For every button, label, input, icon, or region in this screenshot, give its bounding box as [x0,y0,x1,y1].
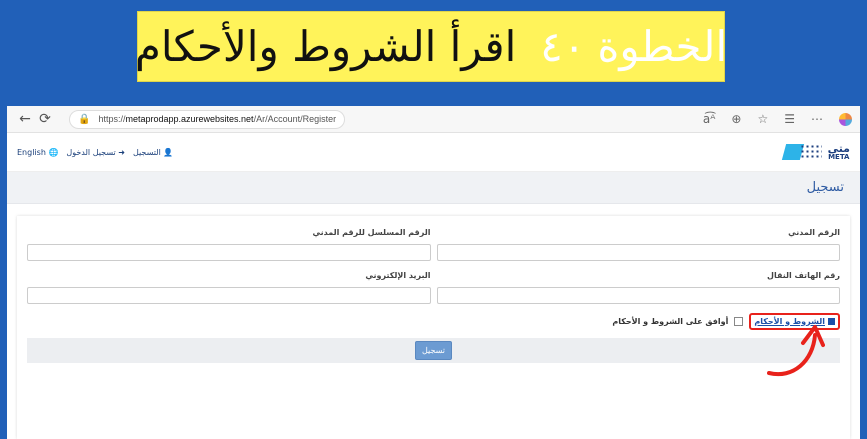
refresh-icon[interactable]: ⟳ [35,111,55,127]
url-prefix: https:// [98,114,126,124]
globe-icon: 🌐 [48,147,59,157]
step-instruction: اقرأ الشروط والأحكام [134,22,517,71]
address-bar[interactable]: 🔒 https://metaprodapp.azurewebsites.net /… [69,109,346,129]
login-link[interactable]: تسجيل الدخول ➜ [66,148,125,157]
mobile-field: رقم الهاتف النقال [436,271,840,304]
agree-label: أوافق على الشروط و الأحكام [612,316,729,326]
civil-id-label: الرقم المدني [788,228,840,237]
header-links: English 🌐 تسجيل الدخول ➜ التسجيل 👤 [17,148,173,157]
mobile-label: رقم الهاتف النقال [767,271,840,280]
back-icon[interactable]: ← [15,111,35,127]
login-icon: ➜ [118,147,125,157]
form-row-1: الرقم المدني الرقم المسلسل للرقم المدني [27,228,840,261]
zoom-icon[interactable]: ⊕ [731,112,741,126]
external-link-icon [828,317,835,325]
agree-checkbox[interactable] [734,316,744,326]
profile-avatar[interactable] [839,112,852,126]
serial-field: الرقم المسلسل للرقم المدني [27,228,431,261]
logo-text: متى META [827,142,850,161]
english-link[interactable]: English 🌐 [17,148,58,157]
mobile-input[interactable] [436,287,840,304]
read-aloud-icon[interactable]: a͡ᴬ [703,112,716,126]
page-title-bar: تسجيل [7,172,860,204]
browser-toolbar: ← ⟳ 🔒 https://metaprodapp.azurewebsites.… [7,106,860,133]
step-banner-text: الخطوة٤٠ اقرأ الشروط والأحكام [135,22,727,71]
serial-input[interactable] [27,244,431,261]
register-link[interactable]: التسجيل 👤 [133,148,173,157]
terms-row: الشروط و الأحكام أوافق على الشروط و الأح… [27,312,840,330]
email-input[interactable] [27,287,431,304]
register-form: الرقم المدني الرقم المسلسل للرقم المدني … [17,216,850,439]
page-title: تسجيل [806,180,844,195]
email-field: البريد الإلكتروني [27,271,431,304]
browser-window: ← ⟳ 🔒 https://metaprodapp.azurewebsites.… [7,106,860,439]
form-row-2: رقم الهاتف النقال البريد الإلكتروني [27,271,840,304]
url-path: /Ar/Account/Register [253,114,337,124]
submit-bar: تسجيل [27,338,840,363]
civil-id-field: الرقم المدني [436,228,840,261]
step-banner: الخطوة٤٠ اقرأ الشروط والأحكام [135,11,727,82]
site-header: English 🌐 تسجيل الدخول ➜ التسجيل 👤 متى M… [7,133,860,172]
step-number: ٤٠ [540,22,586,71]
serial-label: الرقم المسلسل للرقم المدني [312,228,431,237]
toolbar-right: a͡ᴬ ⊕ ☆ ☰ ⋯ [703,112,852,126]
add-user-icon: 👤 [163,147,174,157]
email-label: البريد الإلكتروني [365,271,431,280]
meta-logo[interactable]: متى META [784,142,850,162]
logo-mark-icon [784,142,824,162]
step-label: الخطوة [597,22,728,71]
more-menu-icon[interactable]: ⋯ [811,112,823,126]
favorite-star-icon[interactable]: ☆ [757,112,768,126]
civil-id-input[interactable] [436,244,840,261]
lock-icon: 🔒 [78,113,91,125]
annotation-arrow-icon [767,325,825,377]
favorites-list-icon[interactable]: ☰ [784,112,795,126]
submit-button[interactable]: تسجيل [415,341,452,360]
url-host: metaprodapp.azurewebsites.net [125,114,254,124]
